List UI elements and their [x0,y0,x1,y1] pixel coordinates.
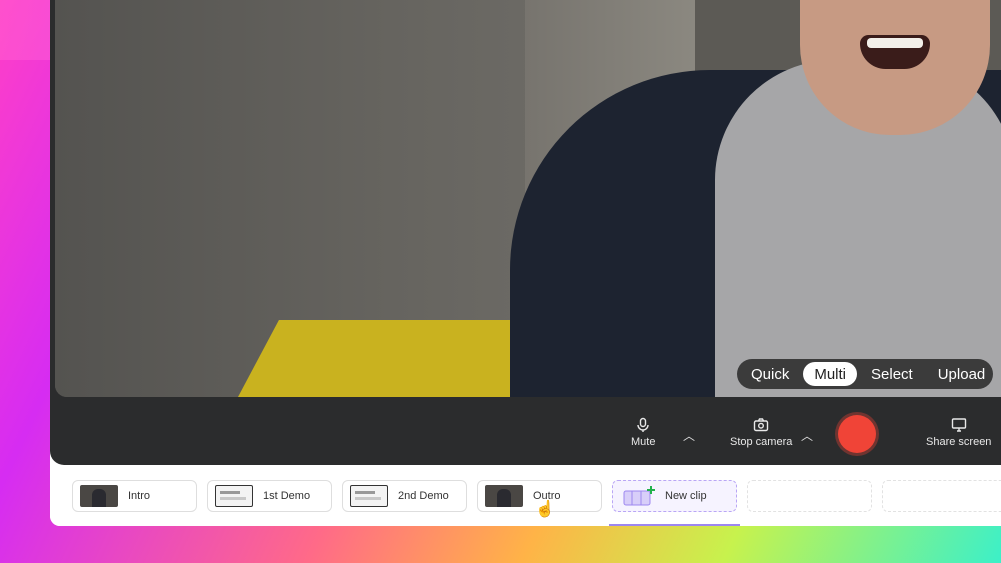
new-clip-button[interactable]: New clip [612,480,737,512]
clip-intro[interactable]: Intro [72,480,197,512]
clip-label: Intro [128,490,151,502]
clip-label: 2nd Demo [398,490,449,502]
clip-thumbnail [350,485,388,507]
capture-mode-switch: Quick Multi Select Upload [737,359,993,389]
mode-multi[interactable]: Multi [803,362,858,386]
mute-label: Mute [631,436,656,448]
clip-1st-demo[interactable]: 1st Demo [207,480,332,512]
mic-options-chevron-icon[interactable]: ︿ [683,427,695,444]
share-screen-label: Share screen [926,436,992,448]
empty-clip-slot [882,480,1001,512]
mode-select[interactable]: Select [860,362,924,386]
stop-camera-button[interactable]: Stop camera [730,417,792,448]
hand-cursor-icon: ☝ [535,501,555,518]
clip-2nd-demo[interactable]: 2nd Demo [342,480,467,512]
clip-strip: Intro 1st Demo 2nd Demo Outro ☝ New clip [50,465,1001,526]
stop-camera-label: Stop camera [730,436,793,448]
monitor-icon [951,418,966,432]
camera-pane: Quick Multi Select Upload Mute ︿ Stop ca… [50,0,1001,465]
new-clip-indicator [609,524,740,526]
share-screen-button[interactable]: Share screen [926,417,991,448]
clip-thumbnail [215,485,253,507]
recording-toolbar: Mute ︿ Stop camera ︿ Share screen [50,397,1001,465]
clip-label: 1st Demo [263,490,311,502]
new-clip-label: New clip [665,490,707,502]
camera-icon [753,418,769,432]
camera-preview: Quick Multi Select Upload [55,0,1001,397]
add-clip-icon [623,486,655,506]
clip-thumbnail [80,485,118,507]
record-button[interactable] [838,415,876,453]
empty-clip-slot [747,480,872,512]
recorder-window: Quick Multi Select Upload Mute ︿ Stop ca… [50,0,1001,526]
mode-quick[interactable]: Quick [740,362,800,386]
camera-options-chevron-icon[interactable]: ︿ [801,427,813,444]
mode-upload[interactable]: Upload [927,362,997,386]
mute-button[interactable]: Mute [631,417,655,448]
microphone-icon [637,417,649,432]
clip-thumbnail [485,485,523,507]
